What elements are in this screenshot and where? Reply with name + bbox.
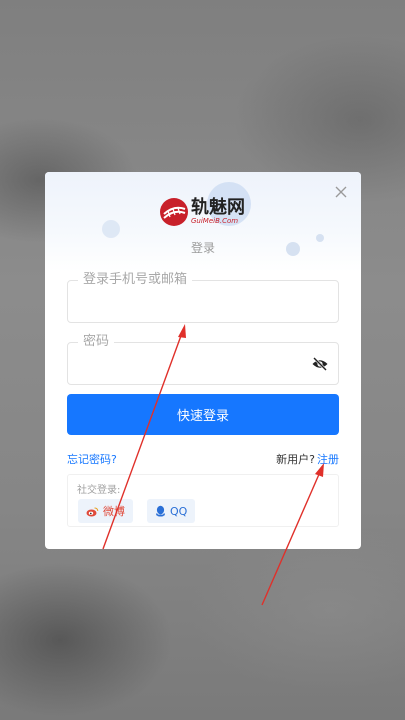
dialog-subtitle: 登录 [190, 241, 215, 255]
decorative-bubble [102, 220, 120, 238]
weibo-label: 微博 [103, 505, 125, 518]
social-login-label: 社交登录: [77, 485, 121, 496]
site-logo: 轨魅网 GuiMeiB.Com [159, 197, 245, 227]
account-field[interactable]: 登录手机号或邮箱 [67, 272, 339, 323]
qq-login-button[interactable]: QQ [147, 499, 196, 523]
qq-label: QQ [170, 504, 188, 518]
eye-hidden-icon[interactable] [311, 355, 329, 373]
password-field-label: 密码 [78, 334, 115, 350]
close-icon[interactable] [334, 184, 348, 198]
register-row: 新用户? 注册 [276, 451, 339, 467]
password-input[interactable] [78, 353, 298, 375]
register-link[interactable]: 注册 [317, 453, 339, 466]
social-login-panel: 社交登录: 微博 QQ [67, 474, 339, 527]
weibo-icon [86, 507, 99, 516]
logo-chinese-text: 轨魅网 [191, 197, 245, 218]
qq-penguin-icon [156, 505, 165, 517]
quick-login-button[interactable]: 快速登录 [67, 394, 339, 435]
login-dialog: 轨魅网 GuiMeiB.Com 登录 登录手机号或邮箱 密码 快速登录 忘记密码… [45, 172, 361, 549]
forgot-password-link[interactable]: 忘记密码? [67, 451, 117, 467]
new-user-prompt: 新用户? [276, 453, 315, 466]
account-field-label: 登录手机号或邮箱 [78, 272, 193, 288]
password-field[interactable]: 密码 [67, 334, 339, 385]
logo-mark-icon [160, 198, 188, 226]
account-input[interactable] [78, 291, 298, 313]
weibo-login-button[interactable]: 微博 [78, 499, 133, 523]
logo-english-text: GuiMeiB.Com [191, 217, 239, 225]
